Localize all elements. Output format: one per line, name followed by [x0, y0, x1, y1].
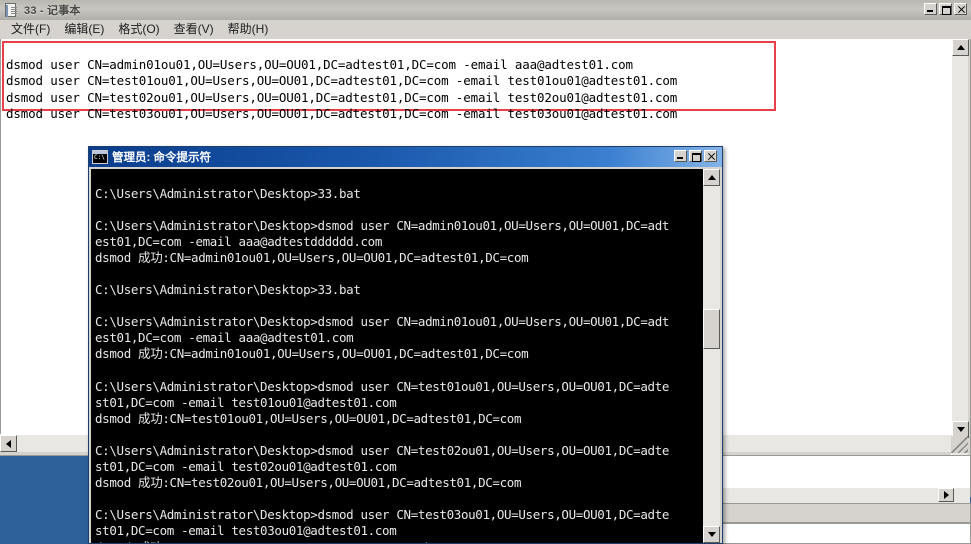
- background-window-upper-hscroll-right-arrow[interactable]: [938, 488, 954, 502]
- command-prompt-maximize-button[interactable]: [689, 150, 702, 162]
- command-prompt-titlebar[interactable]: 管理员: 命令提示符: [89, 147, 722, 167]
- notepad-title: 33 - 记事本: [24, 5, 81, 17]
- notepad-content[interactable]: dsmod user CN=admin01ou01,OU=Users,OU=OU…: [6, 57, 677, 123]
- menu-item-view[interactable]: 查看(V): [167, 21, 221, 38]
- command-prompt-close-button[interactable]: [704, 150, 717, 162]
- menu-item-format[interactable]: 格式(O): [111, 21, 166, 38]
- command-prompt-title: 管理员: 命令提示符: [112, 152, 212, 164]
- chevron-down-icon: [956, 427, 965, 432]
- notepad-scroll-left-button[interactable]: [0, 435, 17, 452]
- notepad-icon: [3, 2, 19, 18]
- notepad-menubar: 文件(F) 编辑(E) 格式(O) 查看(V) 帮助(H): [0, 20, 971, 39]
- notepad-close-button[interactable]: [954, 3, 967, 15]
- menu-item-help[interactable]: 帮助(H): [221, 21, 276, 38]
- chevron-down-icon: [707, 532, 716, 537]
- console-output-text: C:\Users\Administrator\Desktop>33.bat C:…: [95, 185, 670, 544]
- console-scroll-up-button[interactable]: [703, 169, 720, 186]
- notepad-vertical-scrollbar[interactable]: [951, 39, 969, 455]
- console-scroll-down-button[interactable]: [703, 526, 720, 543]
- menu-item-file[interactable]: 文件(F): [4, 21, 57, 38]
- command-prompt-minimize-button[interactable]: [674, 150, 687, 162]
- notepad-window-controls: [924, 3, 967, 15]
- notepad-resize-grip[interactable]: [951, 436, 968, 453]
- chevron-right-icon: [943, 491, 949, 499]
- console-output-area[interactable]: C:\Users\Administrator\Desktop>33.bat C:…: [91, 169, 705, 543]
- notepad-titlebar[interactable]: 33 - 记事本: [0, 0, 971, 20]
- console-icon: [92, 150, 108, 164]
- chevron-up-icon: [956, 45, 965, 50]
- chevron-left-icon: [6, 439, 11, 448]
- console-vertical-scrollbar[interactable]: [703, 169, 720, 543]
- notepad-scroll-up-button[interactable]: [952, 39, 969, 56]
- command-prompt-window: 管理员: 命令提示符 C:\Users\Administrator\Deskto…: [88, 146, 723, 544]
- command-prompt-window-controls: [674, 150, 717, 162]
- console-scroll-thumb[interactable]: [703, 309, 720, 349]
- notepad-minimize-button[interactable]: [924, 3, 937, 15]
- chevron-up-icon: [707, 175, 716, 180]
- menu-item-edit[interactable]: 编辑(E): [57, 21, 111, 38]
- notepad-maximize-button[interactable]: [939, 3, 952, 15]
